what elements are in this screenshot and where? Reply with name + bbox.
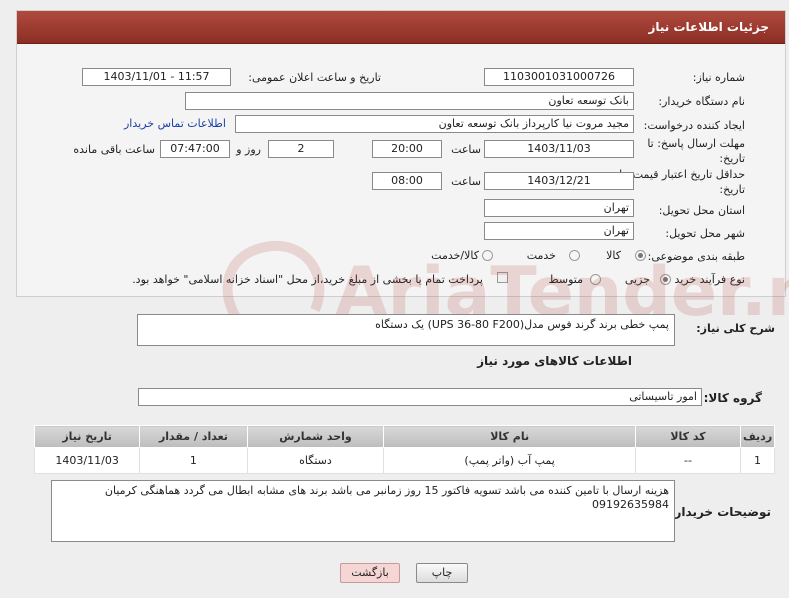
reply-deadline-time-field[interactable]: 20:00 [372,140,442,158]
buyer-notes-field[interactable]: هزینه ارسال با تامین کننده می باشد تسویه… [51,480,675,542]
col-header-row-number: ردیف [740,425,775,448]
cell-item-name: پمپ آب (واتر پمپ) [383,447,636,474]
category-radio-service[interactable] [569,250,580,261]
announce-datetime-label: تاریخ و ساعت اعلان عمومی: [248,71,381,84]
requester-field[interactable]: مجید مروت نیا کارپرداز بانک توسعه تعاون [235,115,634,133]
purchase-type-radio-medium[interactable] [590,274,601,285]
reply-deadline-label: مهلت ارسال پاسخ: تا تاریخ: [647,137,745,165]
goods-table: ردیف کد کالا نام کالا واحد شمارش تعداد /… [33,425,775,474]
col-header-unit: واحد شمارش [246,425,385,448]
buyer-org-label: نام دستگاه خریدار: [658,95,745,108]
goods-section-title: اطلاعات کالاهای مورد نیاز [477,354,632,368]
need-number-field[interactable]: 1103001031000726 [484,68,634,86]
buyer-org-field[interactable]: بانک توسعه تعاون [185,92,634,110]
buyer-contact-link[interactable]: اطلاعات تماس خریدار [124,117,226,130]
buyer-notes-label: توضیحات خریدار: [669,505,771,519]
cell-row-number: 1 [740,447,775,474]
treasury-payment-note: پرداخت تمام یا بخشی از مبلغ خرید،از محل … [132,273,483,286]
category-option-service: خدمت [526,249,556,262]
header-bar: جزئیات اطلاعات نیاز [17,11,785,44]
treasury-payment-checkbox[interactable] [497,272,508,283]
price-validity-time-label: ساعت [451,175,481,188]
announce-datetime-field[interactable]: 1403/11/01 - 11:57 [82,68,231,86]
buyer-notes-text: هزینه ارسال با تامین کننده می باشد تسویه… [104,484,669,511]
category-radio-goods[interactable] [635,250,646,261]
page-title: جزئیات اطلاعات نیاز [648,20,769,34]
requester-label: ایجاد کننده درخواست: [643,119,745,132]
category-option-goods-service: کالا/خدمت [431,249,479,262]
reply-deadline-date-field[interactable]: 1403/11/03 [484,140,634,158]
reply-deadline-time-label: ساعت [451,143,481,156]
need-number-label: شماره نیاز: [692,71,745,84]
price-validity-date-field[interactable]: 1403/12/21 [484,172,634,190]
delivery-province-field[interactable]: تهران [484,199,634,217]
table-row[interactable]: 1 -- پمپ آب (واتر پمپ) دستگاه 1 1403/11/… [33,447,775,474]
description-text: پمپ خطی برند گرند فوس مدل(UPS 36-80 F200… [375,318,669,331]
remaining-time-field[interactable]: 07:47:00 [160,140,230,158]
category-label: طبقه بندی موضوعی: [647,250,745,263]
price-validity-time-field[interactable]: 08:00 [372,172,442,190]
remaining-time-label: ساعت باقی مانده [73,143,155,156]
delivery-province-label: استان محل تحویل: [658,204,745,217]
purchase-type-option-medium: متوسط [548,273,583,286]
remaining-days-field[interactable]: 2 [268,140,334,158]
col-header-item-code: کد کالا [634,425,742,448]
col-header-item-name: نام کالا [383,425,636,448]
delivery-city-label: شهر محل تحویل: [665,227,745,240]
purchase-type-option-minor: جزیی [624,273,650,286]
back-button[interactable]: بازگشت [340,563,400,583]
cell-unit: دستگاه [246,447,385,474]
category-radio-goods-service[interactable] [482,250,493,261]
description-field[interactable]: پمپ خطی برند گرند فوس مدل(UPS 36-80 F200… [137,314,675,346]
cell-quantity: 1 [139,447,248,474]
delivery-city-field[interactable]: تهران [484,222,634,240]
col-header-quantity: تعداد / مقدار [139,425,248,448]
col-header-need-date: تاریخ نیاز [33,425,141,448]
purchase-type-label: نوع فرآیند خرید : [667,273,745,286]
cell-item-code: -- [634,447,742,474]
table-header-row: ردیف کد کالا نام کالا واحد شمارش تعداد /… [33,425,775,448]
goods-group-field[interactable]: امور تاسیساتی [138,388,702,406]
purchase-type-radio-minor[interactable] [660,274,671,285]
days-label: روز و [236,143,261,156]
goods-group-label: گروه کالا: [703,391,762,405]
print-button[interactable]: چاپ [416,563,468,583]
category-option-goods: کالا [606,249,621,262]
cell-need-date: 1403/11/03 [33,447,141,474]
description-label: شرح کلی نیاز: [696,322,775,335]
